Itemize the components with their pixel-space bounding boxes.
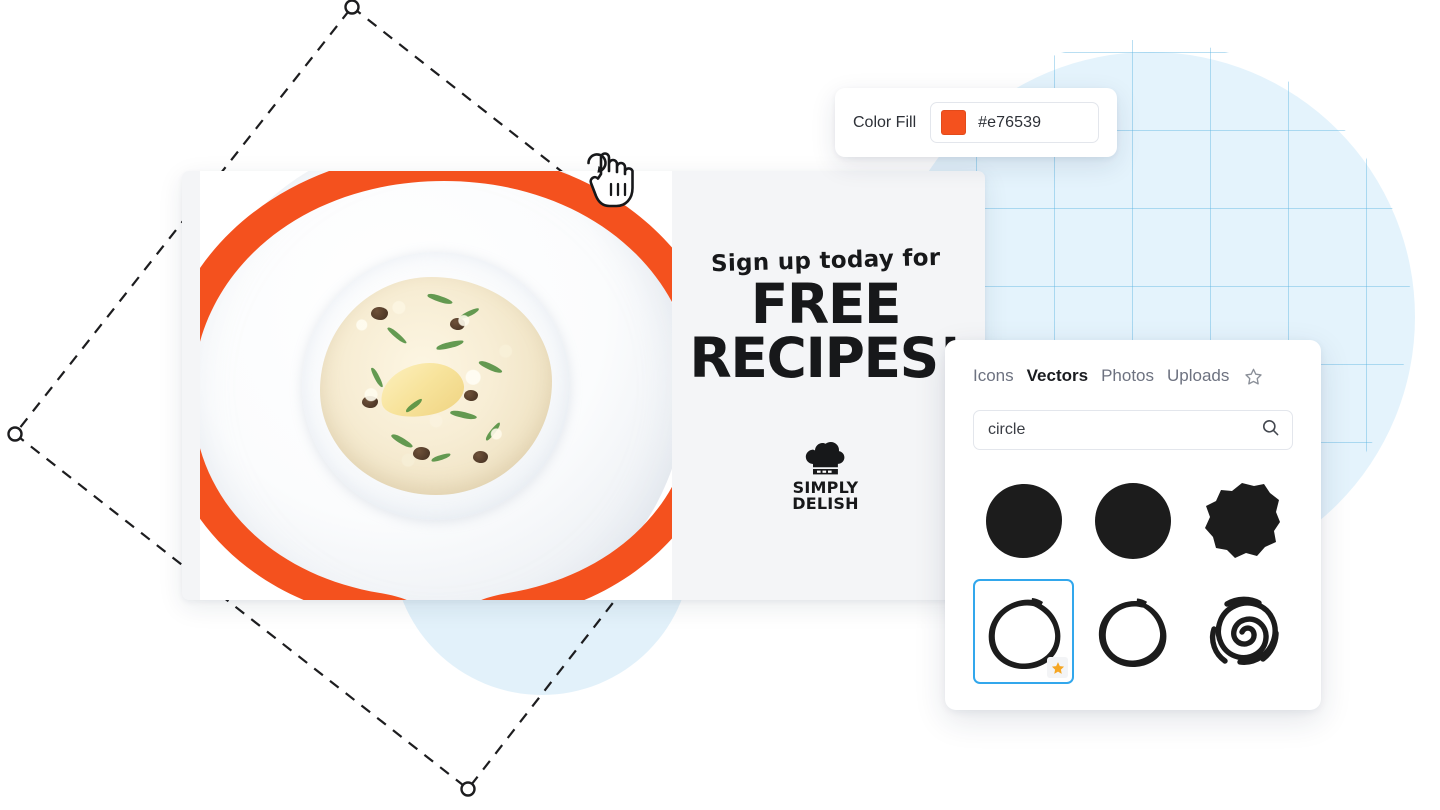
risotto-food — [320, 276, 552, 495]
selection-handle-bottom — [460, 781, 476, 797]
tab-uploads[interactable]: Uploads — [1167, 366, 1229, 386]
card-headline-line1: FREE — [750, 271, 902, 336]
card-text-block: Sign up today for FREE RECIPES! SIMPLY D… — [672, 171, 985, 600]
search-input[interactable]: circle — [973, 410, 1293, 450]
color-fill-input[interactable]: #e76539 — [930, 102, 1099, 143]
assets-library-panel[interactable]: Icons Vectors Photos Uploads circle — [945, 340, 1321, 710]
card-headline-small: Sign up today for — [710, 244, 941, 278]
star-outline-icon[interactable] — [1244, 367, 1263, 386]
asset-item-filled-circle-2[interactable] — [1082, 468, 1183, 573]
recipe-photo[interactable] — [200, 171, 672, 600]
assets-tabs: Icons Vectors Photos Uploads — [973, 362, 1293, 390]
brand-logo: SIMPLY DELISH — [792, 441, 859, 514]
tab-icons[interactable]: Icons — [973, 366, 1014, 386]
asset-item-thin-outline-circle-5[interactable] — [1082, 579, 1183, 684]
search-value: circle — [988, 421, 1026, 438]
tab-photos[interactable]: Photos — [1101, 366, 1154, 386]
asset-item-filled-blob-circle-1[interactable] — [973, 468, 1074, 573]
color-fill-popover[interactable]: Color Fill #e76539 — [835, 88, 1117, 157]
search-icon[interactable] — [1261, 418, 1280, 442]
asset-item-filled-rough-circle-3[interactable] — [1192, 468, 1293, 573]
brand-name-line2: DELISH — [792, 494, 859, 514]
asset-results-grid — [973, 468, 1293, 684]
parmesan-shaving — [375, 355, 469, 425]
chef-hat-icon — [806, 441, 845, 475]
selection-handle-left — [7, 426, 23, 442]
asset-item-brush-outline-circle-4[interactable] — [973, 579, 1075, 684]
color-hex-value: #e76539 — [978, 113, 1042, 131]
design-canvas-card[interactable]: Sign up today for FREE RECIPES! SIMPLY D… — [182, 171, 985, 600]
favorite-badge[interactable] — [1047, 657, 1069, 678]
card-headline-line2: RECIPES! — [689, 325, 963, 390]
tab-vectors[interactable]: Vectors — [1027, 366, 1088, 386]
color-swatch[interactable] — [941, 110, 967, 135]
asset-item-scribble-spiral-circle-6[interactable] — [1192, 579, 1293, 684]
color-fill-label: Color Fill — [853, 113, 917, 131]
selection-handle-top — [344, 0, 360, 15]
